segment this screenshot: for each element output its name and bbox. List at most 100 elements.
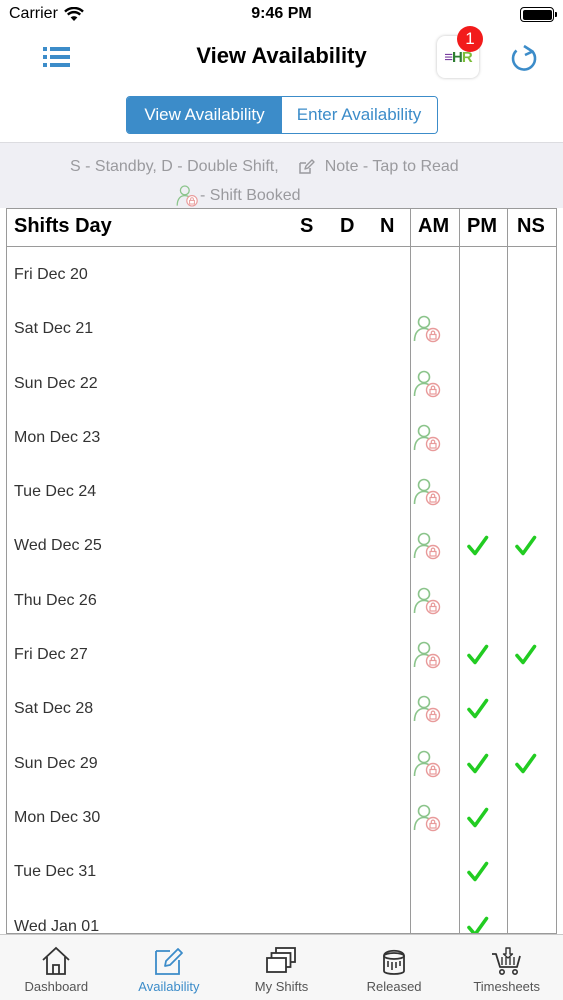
tab-my-shifts[interactable]: My Shifts: [225, 935, 338, 1000]
row-day-label: Fri Dec 27: [14, 646, 88, 664]
row-day-label: Sun Dec 22: [14, 374, 98, 392]
cell-pm: [463, 531, 493, 561]
row-day-label: Mon Dec 30: [14, 808, 101, 826]
home-icon: [42, 946, 70, 975]
view-availability-segment[interactable]: View Availability: [127, 97, 282, 133]
checkmark-icon: [467, 536, 489, 556]
cell-am: [413, 423, 443, 453]
shift-booked-icon: [413, 804, 441, 832]
cell-pm: [463, 640, 493, 670]
legend-shift-codes: S - Standby, D - Double Shift,: [70, 158, 279, 175]
row-day-label: Wed Jan 01: [14, 917, 100, 934]
row-day-label: Sat Dec 21: [14, 320, 94, 338]
legend: S - Standby, D - Double Shift, Note - Ta…: [0, 142, 563, 208]
app-screen: Carrier 9:46 PM View Availability ≡HR 1 …: [0, 0, 563, 1000]
shift-booked-icon: [413, 315, 441, 343]
cell-am: [413, 369, 443, 399]
row-day-label: Wed Dec 25: [14, 537, 102, 555]
status-bar: Carrier 9:46 PM: [0, 0, 563, 30]
checkmark-icon: [467, 916, 489, 933]
header-standby: S: [300, 215, 314, 237]
table-row[interactable]: Sun Dec 22: [7, 357, 556, 411]
table-row[interactable]: Thu Dec 26: [7, 574, 556, 628]
cell-ns: [511, 640, 541, 670]
row-day-label: Tue Dec 24: [14, 483, 97, 501]
stacked-windows-icon: [266, 947, 297, 973]
checkmark-icon: [515, 753, 537, 773]
header-am: AM: [418, 215, 450, 237]
checkmark-icon: [467, 699, 489, 719]
tab-released[interactable]: Released: [338, 935, 451, 1000]
tab-dashboard[interactable]: Dashboard: [0, 935, 113, 1000]
cart-icon: [491, 947, 521, 975]
battery-icon: [520, 7, 557, 22]
cell-am: [413, 694, 443, 724]
tab-label: Timesheets: [473, 979, 541, 994]
shift-booked-icon: [413, 587, 441, 614]
shift-booked-icon: [413, 478, 441, 506]
table-row[interactable]: Fri Dec 20: [7, 248, 556, 302]
navigation-bar: View Availability ≡HR 1: [0, 26, 563, 86]
tab-label: Dashboard: [24, 979, 89, 994]
edit-icon: [154, 948, 183, 975]
legend-booked-line: - Shift Booked: [176, 184, 301, 208]
cell-am: [413, 586, 443, 616]
row-day-label: Sat Dec 28: [14, 700, 94, 718]
table-body: Fri Dec 20 Sat Dec 21 Sun Dec 22 Mon Dec 23…: [7, 248, 556, 934]
table-row[interactable]: Mon Dec 30: [7, 791, 556, 845]
shift-booked-icon: [413, 641, 441, 669]
shift-booked-icon: [413, 370, 441, 397]
tab-label: Released: [366, 979, 422, 994]
cell-am: [413, 803, 443, 833]
cell-ns: [511, 531, 541, 561]
table-row[interactable]: Sun Dec 29: [7, 737, 556, 791]
header-pm: PM: [467, 215, 497, 237]
menu-button[interactable]: [42, 44, 72, 70]
enter-availability-segment[interactable]: Enter Availability: [282, 97, 436, 133]
checkmark-icon: [467, 807, 489, 828]
cell-pm: [463, 694, 493, 724]
list-icon: [43, 47, 70, 67]
checkmark-icon: [467, 644, 489, 665]
cell-am: [413, 749, 443, 779]
view-mode-segmented-control: View Availability Enter Availability: [126, 96, 438, 134]
table-row[interactable]: Wed Jan 01: [7, 900, 556, 934]
notification-badge: 1: [457, 26, 483, 52]
row-day-label: Sun Dec 29: [14, 754, 98, 772]
tab-label: Availability: [138, 979, 200, 994]
cell-am: [413, 477, 443, 507]
tab-timesheets[interactable]: Timesheets: [450, 935, 563, 1000]
cell-am: [413, 531, 443, 561]
table-row[interactable]: Sat Dec 28: [7, 682, 556, 736]
cell-am: [413, 640, 443, 670]
checkmark-icon: [467, 861, 489, 882]
shift-booked-icon: [413, 424, 441, 452]
refresh-button[interactable]: [508, 42, 540, 74]
row-day-label: Fri Dec 20: [14, 266, 88, 283]
table-row[interactable]: Tue Dec 31: [7, 845, 556, 899]
shift-booked-icon: [413, 696, 441, 723]
cell-am: [413, 314, 443, 344]
table-row[interactable]: Mon Dec 23: [7, 411, 556, 465]
refresh-icon: [511, 44, 537, 71]
legend-line: S - Standby, D - Double Shift, Note - Ta…: [70, 158, 459, 176]
tab-availability[interactable]: Availability: [113, 935, 226, 1000]
row-day-label: Mon Dec 23: [14, 428, 101, 446]
table-row[interactable]: Sat Dec 21: [7, 302, 556, 356]
checkmark-icon: [515, 536, 537, 556]
cell-ns: [511, 749, 541, 779]
table-row[interactable]: Fri Dec 27: [7, 628, 556, 682]
shift-booked-icon: [176, 185, 198, 207]
availability-table: Shifts Day S D N AM PM NS Fri Dec 20 Sat …: [6, 208, 557, 934]
header-ns: NS: [517, 215, 545, 237]
shift-booked-icon: [413, 750, 441, 777]
table-row[interactable]: Wed Dec 25: [7, 519, 556, 573]
table-header: Shifts Day S D N AM PM NS: [7, 209, 556, 247]
header-shifts-day: Shifts Day: [14, 215, 112, 237]
note-icon: [298, 159, 315, 174]
table-row[interactable]: Tue Dec 24: [7, 465, 556, 519]
paint-bucket-icon: [383, 949, 405, 975]
shift-booked-icon: [413, 533, 441, 560]
legend-booked: - Shift Booked: [200, 187, 301, 204]
header-n: N: [380, 215, 395, 237]
